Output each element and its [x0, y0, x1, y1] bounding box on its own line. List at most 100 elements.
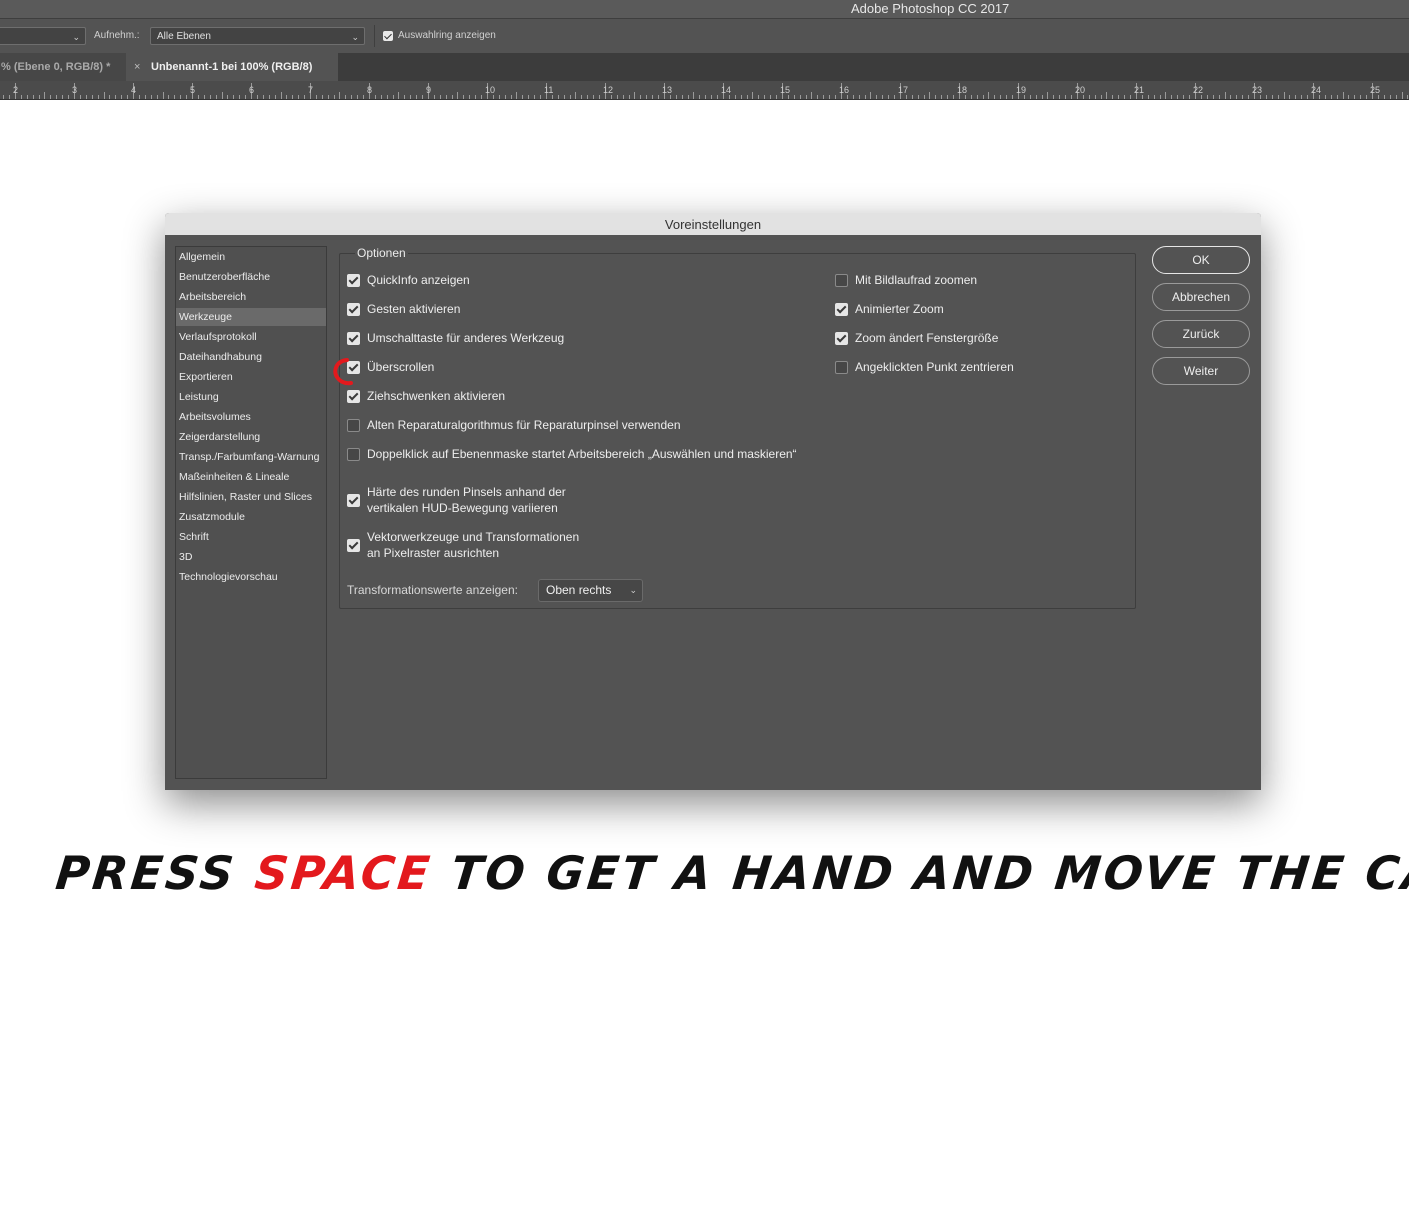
ruler-tick: [564, 95, 565, 99]
ruler-tick: [263, 95, 264, 99]
nav-item-technologievorschau[interactable]: Technologievorschau: [176, 568, 326, 586]
ruler-tick: [1047, 92, 1048, 99]
ruler-tick: [1189, 95, 1190, 99]
nav-item-zeigerdarstellung[interactable]: Zeigerdarstellung: [176, 428, 326, 446]
ruler-tick: [493, 95, 494, 99]
checkbox[interactable]: [347, 494, 360, 507]
checkbox[interactable]: [347, 390, 360, 403]
ruler-tick: [50, 95, 51, 99]
ruler-tick: [1331, 95, 1332, 99]
ruler-tick: [1301, 95, 1302, 99]
ruler-tick: [670, 95, 671, 99]
ruler-tick: [865, 95, 866, 99]
show-ring-label: Auswahlring anzeigen: [398, 30, 496, 41]
transform-values-select[interactable]: Oben rechts ⌄: [538, 579, 643, 602]
ruler-tick: [157, 95, 158, 99]
ruler-tick: [924, 95, 925, 99]
checkbox[interactable]: [835, 332, 848, 345]
ruler-tick: [44, 92, 45, 99]
checkbox[interactable]: [347, 332, 360, 345]
ruler-tick: [988, 92, 989, 99]
ruler-number: 4: [131, 85, 137, 95]
ruler-tick: [281, 92, 282, 99]
tab-unbenannt-1[interactable]: × Unbenannt-1 bei 100% (RGB/8): [126, 53, 338, 81]
nav-item-werkzeuge[interactable]: Werkzeuge: [176, 308, 326, 326]
nav-item-transp-farbumfang-warnung[interactable]: Transp./Farbumfang-Warnung: [176, 448, 326, 466]
ok-button[interactable]: OK: [1152, 246, 1250, 274]
nav-item-exportieren[interactable]: Exportieren: [176, 368, 326, 386]
ruler-tick: [1295, 95, 1296, 99]
ruler-tick: [1260, 95, 1261, 99]
ruler-number: 14: [721, 85, 732, 95]
nav-item-hilfslinien-raster-und-slices[interactable]: Hilfslinien, Raster und Slices: [176, 488, 326, 506]
ruler-number: 9: [426, 85, 432, 95]
nav-item-allgemein[interactable]: Allgemein: [176, 248, 326, 266]
ruler-tick: [33, 95, 34, 99]
nav-item-arbeitsvolumes[interactable]: Arbeitsvolumes: [176, 408, 326, 426]
ruler-tick: [829, 95, 830, 99]
ruler-tick: [1354, 95, 1355, 99]
ruler-tick: [339, 92, 340, 99]
ruler-tick: [98, 95, 99, 99]
ruler-tick: [1366, 95, 1367, 99]
document-tab-bar: % (Ebene 0, RGB/8) * × Unbenannt-1 bei 1…: [0, 53, 1409, 81]
ruler-tick: [1396, 95, 1397, 99]
checkbox[interactable]: [347, 274, 360, 287]
checkbox[interactable]: [835, 303, 848, 316]
checkbox[interactable]: [835, 274, 848, 287]
ruler-tick: [1248, 95, 1249, 99]
ruler-tick: [747, 95, 748, 99]
ruler-tick: [298, 95, 299, 99]
checkbox[interactable]: [835, 361, 848, 374]
nav-item-leistung[interactable]: Leistung: [176, 388, 326, 406]
checkbox[interactable]: [347, 448, 360, 461]
ruler-tick: [640, 95, 641, 99]
checkbox[interactable]: [347, 539, 360, 552]
ruler-tick: [404, 95, 405, 99]
nav-item-arbeitsbereich[interactable]: Arbeitsbereich: [176, 288, 326, 306]
nav-item-benutzeroberfläche[interactable]: Benutzeroberfläche: [176, 268, 326, 286]
ruler-tick: [741, 95, 742, 99]
nav-item-maßeinheiten-lineale[interactable]: Maßeinheiten & Lineale: [176, 468, 326, 486]
tool-preset-dropdown[interactable]: ⌄: [0, 27, 86, 45]
ruler-tick: [1360, 95, 1361, 99]
nav-item-verlaufsprotokoll[interactable]: Verlaufsprotokoll: [176, 328, 326, 346]
next-button[interactable]: Weiter: [1152, 357, 1250, 385]
option-label: QuickInfo anzeigen: [367, 273, 470, 287]
checkbox[interactable]: [347, 303, 360, 316]
ruler-tick: [198, 95, 199, 99]
checkbox[interactable]: [347, 419, 360, 432]
cancel-button[interactable]: Abbrechen: [1152, 283, 1250, 311]
sample-dropdown[interactable]: Alle Ebenen ⌄: [150, 27, 365, 45]
ruler-tick: [92, 95, 93, 99]
ruler-tick: [115, 95, 116, 99]
ruler-tick: [204, 95, 205, 99]
ruler-number: 6: [249, 85, 255, 95]
ruler-tick: [570, 95, 571, 99]
nav-item-3d[interactable]: 3D: [176, 548, 326, 566]
tab-label: Unbenannt-1 bei 100% (RGB/8): [151, 61, 313, 73]
chevron-down-icon: ⌄: [72, 32, 80, 42]
ruler-tick: [68, 95, 69, 99]
ruler-tick: [528, 95, 529, 99]
back-button[interactable]: Zurück: [1152, 320, 1250, 348]
nav-item-zusatzmodule[interactable]: Zusatzmodule: [176, 508, 326, 526]
ruler-tick: [1171, 95, 1172, 99]
horizontal-ruler[interactable]: 2 3 4 5 6 7 8 9 10 11 12 13 14 15 16 17 18 19 20 21 22 23 24 25: [0, 81, 1409, 100]
preferences-dialog: Voreinstellungen Allgemein Benutzeroberfl…: [165, 213, 1261, 790]
option-label-line: an Pixelraster ausrichten: [367, 546, 500, 560]
ruler-tick: [1307, 95, 1308, 99]
caption-highlight: SPACE: [252, 846, 436, 900]
ruler-tick: [481, 95, 482, 99]
nav-item-dateihandhabung[interactable]: Dateihandhabung: [176, 348, 326, 366]
ruler-tick: [1106, 92, 1107, 99]
ruler-tick: [994, 95, 995, 99]
ruler-tick: [440, 95, 441, 99]
close-icon[interactable]: ×: [134, 53, 140, 81]
show-ring-checkbox[interactable]: [383, 31, 393, 41]
app-title: Adobe Photoshop CC 2017: [851, 1, 1010, 16]
ruler-tick: [558, 95, 559, 99]
nav-item-schrift[interactable]: Schrift: [176, 528, 326, 546]
ruler-tick: [1065, 95, 1066, 99]
tab-ebene-0[interactable]: % (Ebene 0, RGB/8) *: [0, 53, 126, 81]
